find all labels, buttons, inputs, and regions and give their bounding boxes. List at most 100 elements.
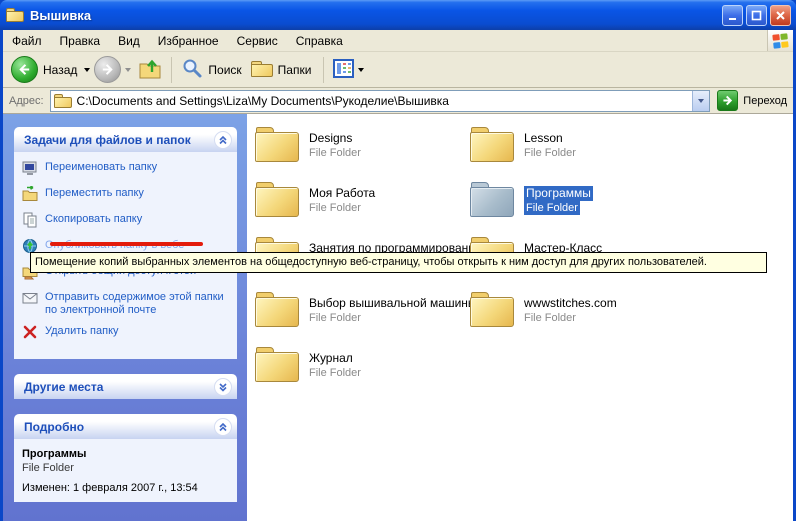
folder-icon	[470, 292, 514, 328]
folder-icon	[470, 127, 514, 163]
views-button[interactable]	[330, 58, 371, 82]
tasks-panel-title: Задачи для файлов и папок	[24, 133, 214, 147]
folder-item-vybor-mashiny[interactable]: Выбор вышивальной машиныFile Folder	[255, 292, 470, 347]
folder-name: wwwstitches.com	[524, 296, 617, 311]
folder-name: Designs	[309, 131, 352, 146]
email-icon	[22, 290, 40, 309]
tasks-panel-header[interactable]: Задачи для файлов и папок	[14, 127, 237, 152]
delete-icon	[22, 324, 40, 343]
task-email-folder[interactable]: Отправить содержимое этой папки по элект…	[22, 291, 231, 317]
folder-type: File Folder	[309, 146, 361, 160]
menu-help[interactable]: Справка	[287, 31, 352, 51]
folder-name: Выбор вышивальной машины	[309, 296, 477, 311]
menubar: Файл Правка Вид Избранное Сервис Справка	[3, 30, 793, 52]
folders-label: Папки	[278, 63, 312, 77]
folder-type: File Folder	[524, 201, 580, 215]
menu-view[interactable]: Вид	[109, 31, 149, 51]
folders-button[interactable]: Папки	[248, 61, 318, 78]
maximize-button[interactable]	[746, 5, 767, 26]
address-dropdown[interactable]	[692, 91, 709, 111]
folder-item-designs[interactable]: DesignsFile Folder	[255, 127, 470, 182]
sidebar: Задачи для файлов и папок Переименовать …	[3, 114, 247, 521]
search-icon	[181, 57, 203, 82]
window-title: Вышивка	[30, 8, 719, 23]
views-dropdown-icon[interactable]	[358, 68, 364, 72]
task-label: Переименовать папку	[45, 161, 157, 174]
task-delete-folder[interactable]: Удалить папку	[22, 325, 231, 343]
close-button[interactable]	[770, 5, 791, 26]
folder-icon	[255, 347, 299, 383]
task-label: Переместить папку	[45, 187, 144, 200]
copy-folder-icon	[22, 212, 40, 231]
details-body: Программы File Folder Изменен: 1 февраля…	[14, 439, 237, 502]
details-header[interactable]: Подробно	[14, 414, 237, 439]
task-label: Скопировать папку	[45, 213, 142, 226]
search-button[interactable]: Поиск	[178, 57, 247, 82]
folder-icon	[255, 127, 299, 163]
folder-name: Моя Работа	[309, 186, 375, 201]
windows-logo-icon	[767, 30, 793, 51]
folder-item-wwwstitches[interactable]: wwwstitches.comFile Folder	[470, 292, 685, 347]
up-button[interactable]	[135, 56, 165, 83]
address-input[interactable]: C:\Documents and Settings\Liza\My Docume…	[50, 90, 711, 112]
folder-name: Lesson	[524, 131, 563, 146]
folder-up-icon	[138, 56, 162, 83]
back-label: Назад	[43, 63, 77, 77]
go-button[interactable]	[717, 90, 738, 111]
other-places-panel: Другие места	[14, 374, 237, 399]
tooltip: Помещение копий выбранных элементов на о…	[30, 252, 767, 273]
back-dropdown-icon[interactable]	[84, 68, 90, 72]
other-places-header[interactable]: Другие места	[14, 374, 237, 399]
task-rename-folder[interactable]: Переименовать папку	[22, 161, 231, 179]
folder-item-moya-rabota[interactable]: Моя РаботаFile Folder	[255, 182, 470, 237]
content: Задачи для файлов и папок Переименовать …	[3, 114, 793, 521]
forward-arrow-icon	[94, 56, 121, 83]
forward-dropdown-icon[interactable]	[125, 68, 131, 72]
menu-favorites[interactable]: Избранное	[149, 31, 228, 51]
views-icon	[333, 58, 354, 82]
folder-icon	[470, 182, 514, 218]
folder-icon	[255, 182, 299, 218]
task-copy-folder[interactable]: Скопировать папку	[22, 213, 231, 231]
folder-type: File Folder	[309, 366, 361, 380]
chevron-up-icon[interactable]	[214, 418, 232, 436]
go-label: Переход	[743, 95, 787, 107]
folder-item-lesson[interactable]: LessonFile Folder	[470, 127, 685, 182]
addressbar: Адрес: C:\Documents and Settings\Liza\My…	[3, 88, 793, 114]
address-folder-icon	[54, 94, 72, 108]
folder-type: File Folder	[524, 311, 576, 325]
folder-item-zhurnal[interactable]: ЖурналFile Folder	[255, 347, 470, 402]
details-panel: Подробно Программы File Folder Изменен: …	[14, 414, 237, 502]
menu-file[interactable]: Файл	[3, 31, 51, 51]
chevron-down-icon[interactable]	[214, 378, 232, 396]
back-arrow-icon	[11, 56, 38, 83]
menu-edit[interactable]: Правка	[51, 31, 110, 51]
folder-type: File Folder	[524, 146, 576, 160]
task-label: Отправить содержимое этой папки по элект…	[45, 291, 231, 317]
details-item-name: Программы	[22, 448, 231, 460]
file-area: DesignsFile Folder LessonFile Folder Моя…	[247, 114, 793, 521]
titlebar: Вышивка	[0, 0, 796, 30]
folder-name: Программы	[524, 186, 593, 201]
menu-tools[interactable]: Сервис	[228, 31, 287, 51]
task-move-folder[interactable]: Переместить папку	[22, 187, 231, 205]
task-label: Удалить папку	[45, 325, 119, 338]
toolbar: Назад Поиск	[3, 52, 793, 88]
explorer-window: Вышивка Файл Правка Вид Избранное Сервис…	[0, 0, 796, 521]
details-title: Подробно	[24, 420, 214, 434]
annotation-red-underline	[50, 242, 203, 246]
other-places-title: Другие места	[24, 380, 214, 394]
address-path: C:\Documents and Settings\Liza\My Docume…	[77, 94, 693, 108]
folder-type: File Folder	[309, 311, 361, 325]
folder-name: Журнал	[309, 351, 353, 366]
folders-icon	[251, 61, 273, 78]
rename-icon	[22, 160, 40, 179]
search-label: Поиск	[208, 63, 241, 77]
details-item-modified: Изменен: 1 февраля 2007 г., 13:54	[22, 482, 231, 494]
folder-item-programmy-selected[interactable]: ПрограммыFile Folder	[470, 182, 685, 237]
folder-type: File Folder	[309, 201, 361, 215]
minimize-button[interactable]	[722, 5, 743, 26]
back-button[interactable]: Назад	[11, 56, 94, 83]
forward-button[interactable]	[94, 56, 135, 83]
chevron-up-icon[interactable]	[214, 131, 232, 149]
